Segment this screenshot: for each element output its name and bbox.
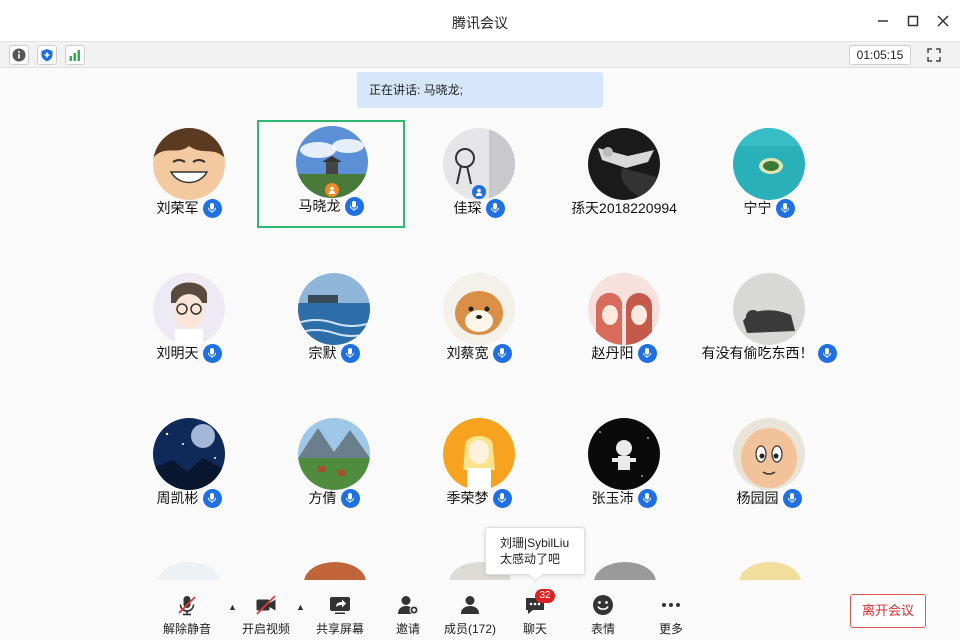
- microphone-icon[interactable]: [492, 343, 512, 363]
- video-options-caret-icon[interactable]: ▲: [296, 602, 306, 612]
- invite-button[interactable]: 邀请: [376, 593, 440, 637]
- leave-meeting-button[interactable]: 离开会议: [850, 594, 926, 628]
- participant-name: 孫天2018220994: [571, 200, 677, 216]
- video-off-icon: [256, 595, 276, 615]
- microphone-icon[interactable]: [340, 488, 360, 508]
- chat-label: 聊天: [522, 622, 547, 636]
- unmute-button[interactable]: 解除静音: [155, 593, 219, 637]
- microphone-icon[interactable]: [637, 343, 657, 363]
- avatar: [153, 418, 225, 490]
- avatar: [733, 273, 805, 345]
- avatar: [588, 128, 660, 200]
- mic-muted-icon: [178, 596, 196, 616]
- avatar: [153, 273, 225, 345]
- unmute-label: 解除静音: [162, 622, 211, 636]
- participant-name: 刘明天: [156, 345, 199, 361]
- participant-name: 宗默: [308, 345, 337, 361]
- avatar: [153, 128, 225, 200]
- participant-name: 宁宁: [743, 200, 772, 216]
- next-row-avatars: [0, 560, 960, 580]
- members-button[interactable]: 成员(172): [438, 593, 502, 637]
- participant-name: 方倩: [308, 490, 337, 506]
- participant-tile[interactable]: 有没有偷吃东西！: [694, 267, 844, 377]
- cohost-badge-icon: [472, 185, 486, 199]
- participant-name-row: 宁宁: [664, 198, 874, 218]
- start-video-label: 开启视频: [241, 622, 290, 636]
- participant-name: 刘蔡宽: [446, 345, 489, 361]
- avatar: [443, 418, 515, 490]
- more-button[interactable]: 更多: [639, 593, 703, 637]
- microphone-icon[interactable]: [344, 196, 364, 216]
- share-screen-icon: [330, 597, 350, 614]
- meeting-toolbar: 解除静音 ▲ 开启视频 ▲ 共享屏幕 邀请 成员(172) 聊天 表情 更多: [0, 583, 960, 640]
- participant-name: 刘荣军: [156, 200, 199, 216]
- share-screen-button[interactable]: 共享屏幕: [308, 593, 372, 637]
- host-badge-icon: [325, 183, 339, 197]
- avatar: [298, 273, 370, 345]
- invite-label: 邀请: [395, 622, 420, 636]
- start-video-button[interactable]: 开启视频: [234, 593, 298, 637]
- chat-message: 太感动了吧: [500, 552, 561, 566]
- microphone-icon[interactable]: [202, 343, 222, 363]
- microphone-icon[interactable]: [782, 488, 802, 508]
- members-label: 成员(172): [443, 622, 496, 636]
- smile-icon: [593, 595, 613, 615]
- members-icon: [461, 596, 479, 614]
- microphone-icon[interactable]: [202, 198, 222, 218]
- participant-name: 赵丹阳: [591, 345, 634, 361]
- microphone-icon[interactable]: [340, 343, 360, 363]
- participant-tile[interactable]: 宁宁: [694, 122, 844, 232]
- participant-grid: 刘荣军 马晓龙 佳琛 孫天2018220994 宁宁刘明天 宗默 刘蔡宽 赵丹阳 有没有偷吃东西…: [0, 0, 960, 640]
- participant-name: 马晓龙: [298, 198, 341, 214]
- participant-name-row: 杨园园: [664, 488, 874, 508]
- participant-name: 张玉沛: [591, 490, 634, 506]
- share-screen-label: 共享屏幕: [315, 622, 364, 636]
- avatar: [733, 128, 805, 200]
- reactions-button[interactable]: 表情: [571, 593, 635, 637]
- microphone-icon[interactable]: [202, 488, 222, 508]
- participant-name: 有没有偷吃东西！: [701, 345, 814, 361]
- participant-name-row: 有没有偷吃东西！: [664, 343, 874, 363]
- avatar: [298, 418, 370, 490]
- avatar: [733, 418, 805, 490]
- participant-name: 杨园园: [736, 490, 779, 506]
- avatar: [588, 273, 660, 345]
- invite-user-icon: [398, 596, 419, 615]
- participant-tile[interactable]: 杨园园: [694, 412, 844, 522]
- microphone-icon[interactable]: [637, 488, 657, 508]
- reactions-label: 表情: [590, 622, 615, 636]
- participant-name: 季荣梦: [446, 490, 489, 506]
- chat-unread-badge: 32: [535, 589, 555, 603]
- chat-message-tooltip[interactable]: 刘珊|SybilLiu 太感动了吧: [485, 527, 585, 575]
- more-dots-icon: [662, 603, 680, 607]
- avatar: [588, 418, 660, 490]
- microphone-icon[interactable]: [485, 198, 505, 218]
- participant-name: 周凯彬: [156, 490, 199, 506]
- microphone-icon[interactable]: [492, 488, 512, 508]
- avatar: [443, 273, 515, 345]
- chat-sender: 刘珊|SybilLiu: [500, 536, 570, 550]
- participant-name: 佳琛: [453, 200, 482, 216]
- more-label: 更多: [658, 622, 683, 636]
- microphone-icon[interactable]: [775, 198, 795, 218]
- microphone-icon[interactable]: [817, 343, 837, 363]
